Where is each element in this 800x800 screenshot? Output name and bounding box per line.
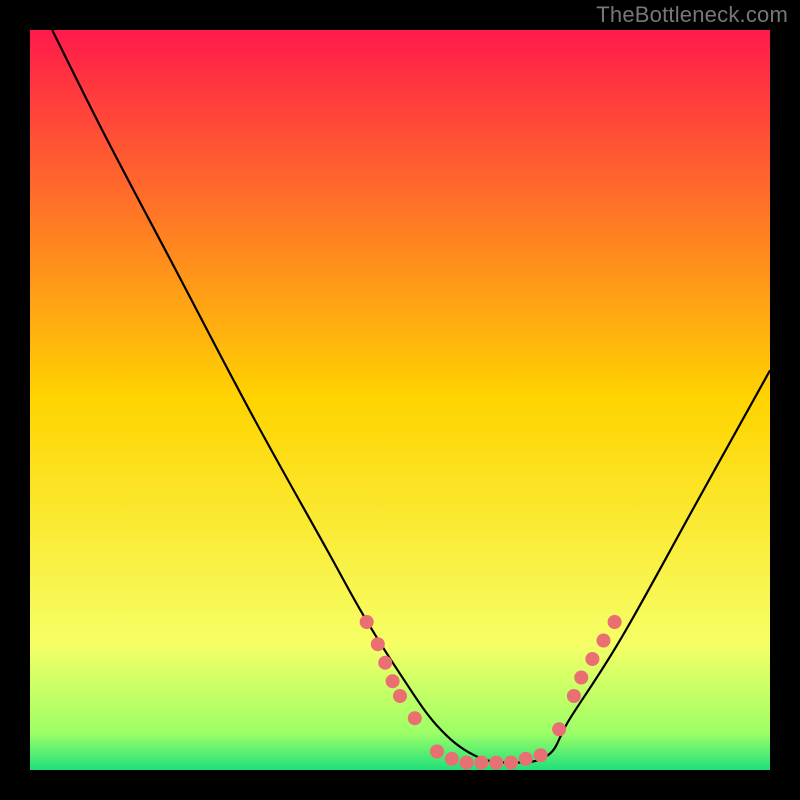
curve-marker [386,674,400,688]
curve-marker [552,722,566,736]
curve-marker [504,756,518,770]
curve-marker [574,671,588,685]
curve-marker [445,752,459,766]
bottleneck-chart [0,0,800,800]
curve-marker [371,637,385,651]
curve-marker [430,745,444,759]
watermark-text: TheBottleneck.com [596,2,788,28]
curve-marker [567,689,581,703]
chart-frame: { "watermark": "TheBottleneck.com", "cha… [0,0,800,800]
curve-marker [378,656,392,670]
curve-marker [608,615,622,629]
curve-marker [534,748,548,762]
curve-marker [489,756,503,770]
curve-marker [474,756,488,770]
curve-marker [585,652,599,666]
curve-marker [408,711,422,725]
curve-marker [393,689,407,703]
gradient-background [30,30,770,770]
curve-marker [360,615,374,629]
curve-marker [519,752,533,766]
curve-marker [460,756,474,770]
curve-marker [597,634,611,648]
